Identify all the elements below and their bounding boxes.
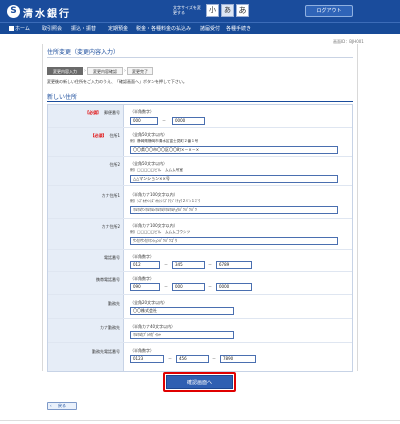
- section-title: 新しい住所: [47, 94, 78, 101]
- nav-inquiry[interactable]: 取引照会: [42, 23, 62, 35]
- phone-label: 電話番号: [104, 255, 120, 260]
- bank-name: 清水銀行: [23, 9, 71, 20]
- workplace-phone-3-input[interactable]: 7890: [220, 355, 256, 363]
- page-title: 住所変更（変更内容入力）: [47, 49, 120, 56]
- phone-3-input[interactable]: 6789: [216, 261, 252, 269]
- kana-address2-input[interactable]: ｻﾝｶｸｻﾝｶｸﾏﾝｼｮﾝﾊﾞﾂﾊﾞﾂｺﾞｳ: [130, 237, 338, 245]
- phone-separator: －: [164, 262, 168, 267]
- logout-button[interactable]: ログアウト: [305, 5, 353, 17]
- bank-logo-icon: S: [7, 5, 20, 18]
- mobile-separator: －: [208, 284, 212, 289]
- mobile-separator: －: [164, 284, 168, 289]
- workplace-phone-1-input[interactable]: 0123: [130, 355, 164, 363]
- mobile-label: 携帯電話番号: [96, 277, 120, 282]
- postal-code-1-input[interactable]: 000: [130, 117, 158, 125]
- kana-address2-example: 例）□□□□□ビル ムムムゴウシツ: [130, 230, 191, 234]
- step-confirm: 変更内容確認: [87, 67, 123, 75]
- back-button-label: 戻る: [58, 403, 66, 408]
- address2-hint: （全角50文字以内）: [130, 161, 168, 166]
- address1-input[interactable]: 〇〇県〇〇市〇〇区〇〇町×－×－×: [130, 146, 338, 154]
- kana-address2-hint: （半角カナ100文字以内）: [130, 223, 178, 228]
- home-icon: [9, 26, 14, 31]
- page: S 清水銀行 文字サイズを変更する 小 あ あ ログアウト ホーム 取引照会 振…: [0, 0, 400, 424]
- font-size-large-button[interactable]: あ: [236, 4, 249, 17]
- instructions: 変更後の新しい住所をご入力のうえ、「確認画面へ」ボタンを押して下さい。: [47, 79, 187, 84]
- kana-address1-example: 例）ｼｽﾞｵｶｹﾝｼｽﾞｵｶｼｼﾐｽﾞｸﾌｼﾞﾐﾁｮｳ２ﾊﾞﾝ１ｺﾞｳ: [130, 199, 201, 203]
- required-badge: 【必須】: [85, 110, 101, 115]
- font-size-small-button[interactable]: 小: [206, 4, 219, 17]
- confirm-button[interactable]: 確認画面へ: [163, 372, 236, 392]
- nav-notification[interactable]: 諸届受付: [200, 23, 220, 35]
- postal-separator: －: [162, 118, 166, 123]
- phone-1-input[interactable]: 012: [130, 261, 160, 269]
- workplace-phone-separator: －: [212, 356, 216, 361]
- footer-divider: [0, 420, 400, 421]
- address1-label: 【必須】 住所1: [90, 133, 120, 138]
- workplace-phone-label: 勤務先電話番号: [92, 349, 120, 354]
- phone-hint: （半角数字）: [130, 254, 154, 259]
- global-nav: ホーム 取引照会 振込・振替 定期預金 税金・各種料金の払込み 諸届受付 各種手…: [0, 22, 400, 34]
- workplace-kana-hint: （半角カナ40文字以内）: [130, 324, 176, 329]
- nav-home[interactable]: ホーム: [9, 23, 30, 35]
- step-complete: 変更完了: [127, 67, 153, 75]
- address2-example: 例）□□□□□ビル ムムム号室: [130, 168, 183, 172]
- nav-procedures[interactable]: 各種手続き: [226, 23, 251, 35]
- nav-time-deposit[interactable]: 定期預金: [108, 23, 128, 35]
- kana-address1-input[interactable]: ﾏﾙﾏﾙｹﾝﾏﾙﾏﾙｼﾏﾙﾏﾙｸﾏﾙﾏﾙﾁｮｳﾊﾞﾂﾊﾞﾂﾊﾞﾂ: [130, 206, 338, 214]
- form-row-kana2: [48, 219, 352, 250]
- confirm-button-label: 確認画面へ: [166, 375, 233, 389]
- workplace-phone-separator: －: [168, 356, 172, 361]
- step-arrow-icon: ›: [84, 68, 86, 74]
- address1-example: 例）静岡県静岡市清水区富士見町２番１号: [130, 139, 199, 143]
- title-divider: [47, 57, 353, 58]
- mobile-3-input[interactable]: 0000: [216, 283, 252, 291]
- nav-payment[interactable]: 税金・各種料金の払込み: [136, 23, 191, 35]
- back-arrow-icon: ‹: [50, 403, 52, 408]
- kana-address1-hint: （半角カナ100文字以内）: [130, 192, 178, 197]
- postal-hint: （半角数字）: [130, 109, 154, 114]
- font-size-label: 文字サイズを変更する: [173, 5, 201, 15]
- nav-transfer[interactable]: 振込・振替: [71, 23, 96, 35]
- workplace-phone-hint: （半角数字）: [130, 348, 154, 353]
- mobile-2-input[interactable]: 000: [172, 283, 205, 291]
- workplace-input[interactable]: 〇〇株式会社: [130, 307, 234, 315]
- kana-address2-label: カナ住所2: [101, 224, 120, 229]
- workplace-label: 勤務先: [108, 301, 120, 306]
- postal-code-2-input[interactable]: 0000: [172, 117, 205, 125]
- phone-2-input[interactable]: 345: [172, 261, 205, 269]
- section-divider: [47, 101, 353, 102]
- address2-input[interactable]: △△マンション××号: [130, 175, 338, 183]
- mobile-1-input[interactable]: 090: [130, 283, 160, 291]
- address2-label: 住所2: [109, 162, 120, 167]
- workplace-phone-2-input[interactable]: 456: [176, 355, 209, 363]
- kana-address1-label: カナ住所1: [101, 193, 120, 198]
- step-arrow-icon: ›: [124, 68, 126, 74]
- phone-separator: －: [208, 262, 212, 267]
- header-bar: S 清水銀行 文字サイズを変更する 小 あ あ ログアウト: [0, 0, 400, 22]
- back-button[interactable]: ‹ 戻る: [47, 402, 77, 410]
- workplace-kana-input[interactable]: ﾏﾙﾏﾙｶﾌﾞｼｷｶﾞｲｼｬ: [130, 331, 234, 339]
- workplace-kana-label: カナ勤務先: [100, 325, 120, 330]
- postal-label: 【必須】 郵便番号: [85, 110, 120, 115]
- address1-hint: （全角50文字以内）: [130, 132, 168, 137]
- font-size-medium-button[interactable]: あ: [221, 4, 234, 17]
- mobile-hint: （半角数字）: [130, 276, 154, 281]
- nav-home-label: ホーム: [15, 26, 30, 32]
- step-input: 変更内容入力: [47, 67, 83, 75]
- workplace-hint: （全角20文字以内）: [130, 300, 168, 305]
